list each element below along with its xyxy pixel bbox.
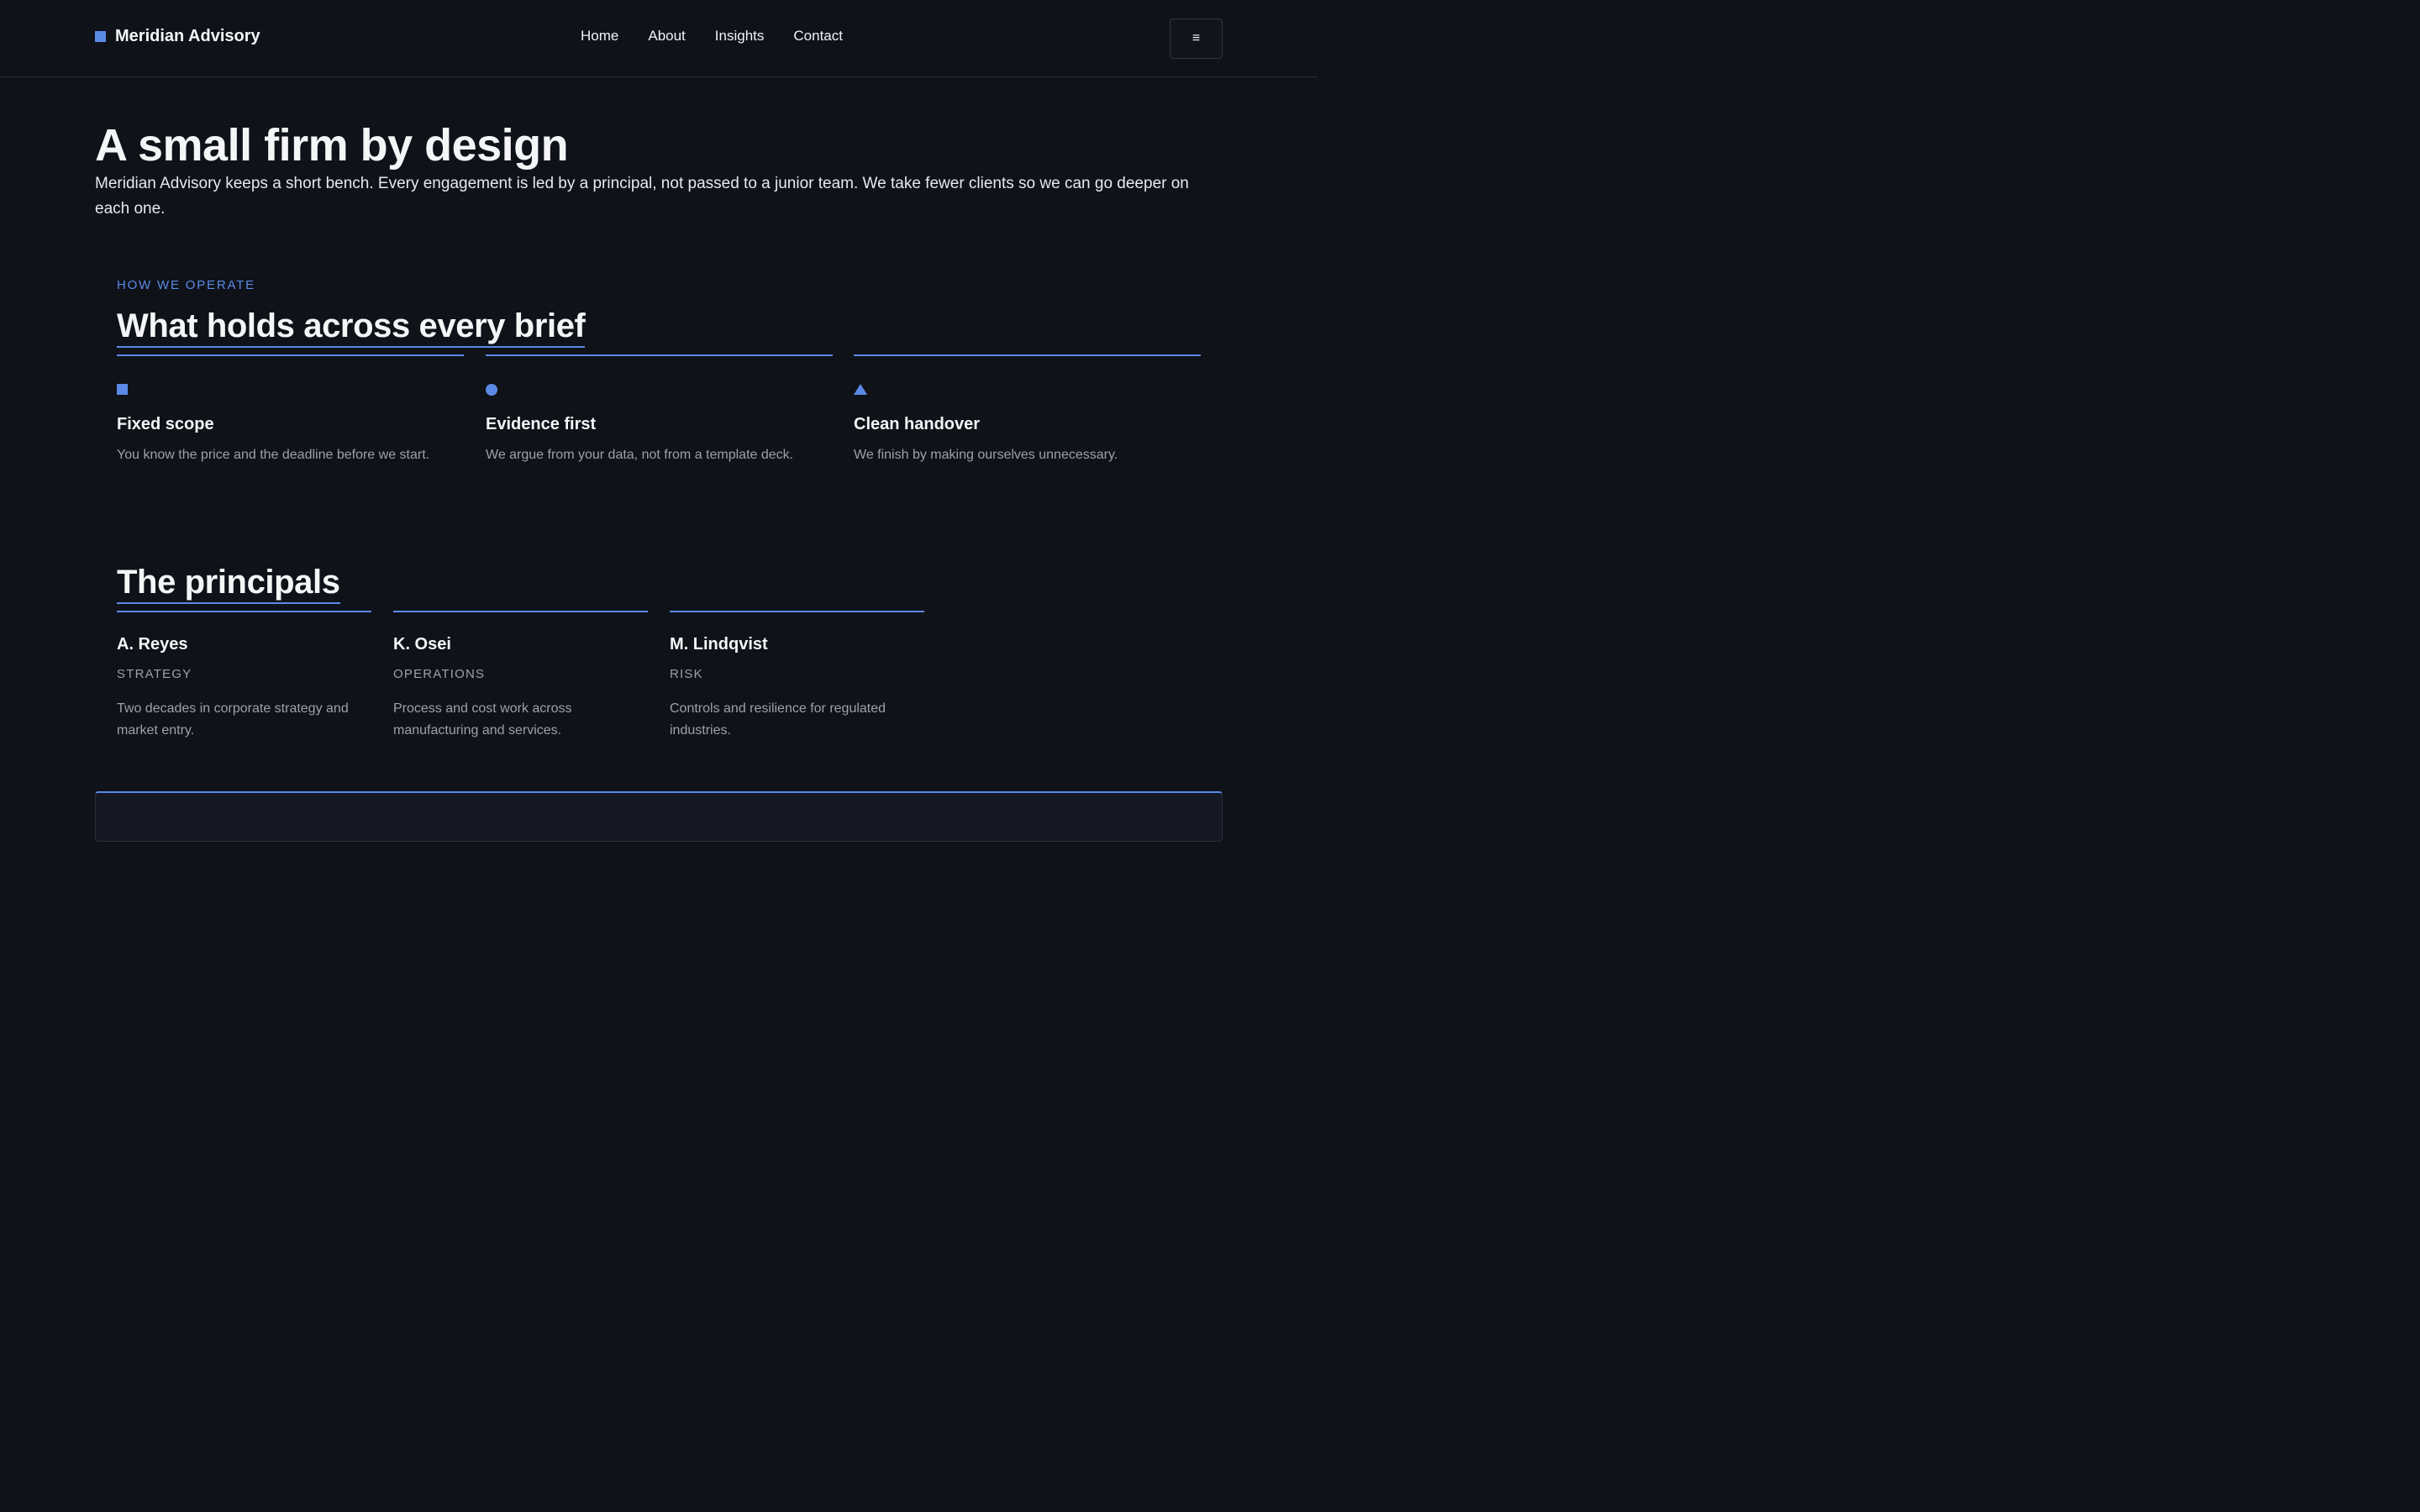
hamburger-icon: ≡ (1192, 31, 1201, 45)
square-icon (117, 384, 128, 395)
nav-insights[interactable]: Insights (715, 28, 765, 45)
site-header: Meridian Advisory Home About Insights Co… (0, 0, 1318, 77)
principle-card-fixed-scope: Fixed scope You know the price and the d… (117, 354, 464, 462)
principal-role: STRATEGY (117, 667, 192, 681)
brand[interactable]: Meridian Advisory (95, 27, 260, 46)
page-title: A small firm by design (95, 120, 569, 171)
principal-name: K. Osei (393, 635, 451, 654)
principle-desc: You know the price and the deadline befo… (117, 448, 430, 462)
principle-desc: We argue from your data, not from a temp… (486, 448, 794, 462)
principal-card-lindqvist: M. Lindqvist RISK Controls and resilienc… (670, 611, 924, 738)
brand-name: Meridian Advisory (115, 27, 260, 45)
principal-name: M. Lindqvist (670, 635, 768, 654)
menu-button[interactable]: ≡ (1170, 18, 1223, 59)
section-eyebrow: HOW WE OPERATE (117, 278, 255, 292)
principle-title: Clean handover (854, 415, 981, 433)
principal-role: RISK (670, 667, 703, 681)
principle-card-evidence-first: Evidence first We argue from your data, … (486, 354, 833, 462)
principle-desc: We finish by making ourselves unnecessar… (854, 448, 1118, 462)
nav-contact[interactable]: Contact (793, 28, 843, 45)
main-nav: Home About Insights Contact (581, 28, 872, 45)
operate-heading: What holds across every brief (117, 306, 586, 348)
nav-about[interactable]: About (648, 28, 685, 45)
principal-card-reyes: A. Reyes STRATEGY Two decades in corpora… (117, 611, 371, 738)
principal-card-osei: K. Osei OPERATIONS Process and cost work… (393, 611, 648, 738)
principal-name: A. Reyes (117, 635, 188, 654)
principle-title: Fixed scope (117, 415, 214, 433)
principle-card-clean-handover: Clean handover We finish by making ourse… (854, 354, 1201, 462)
nav-home[interactable]: Home (581, 28, 618, 45)
bottom-panel (95, 791, 1223, 842)
principal-bio: Two decades in corporate strategy and ma… (117, 701, 349, 738)
hero-intro: Meridian Advisory keeps a short bench. E… (95, 175, 1189, 218)
brand-logo-icon (95, 31, 106, 42)
principal-bio: Controls and resilience for regulated in… (670, 701, 886, 738)
triangle-icon (854, 384, 867, 395)
principals-heading: The principals (117, 562, 340, 604)
circle-icon (486, 384, 497, 396)
principal-role: OPERATIONS (393, 667, 486, 681)
principle-title: Evidence first (486, 415, 597, 433)
principal-bio: Process and cost work across manufacturi… (393, 701, 572, 738)
